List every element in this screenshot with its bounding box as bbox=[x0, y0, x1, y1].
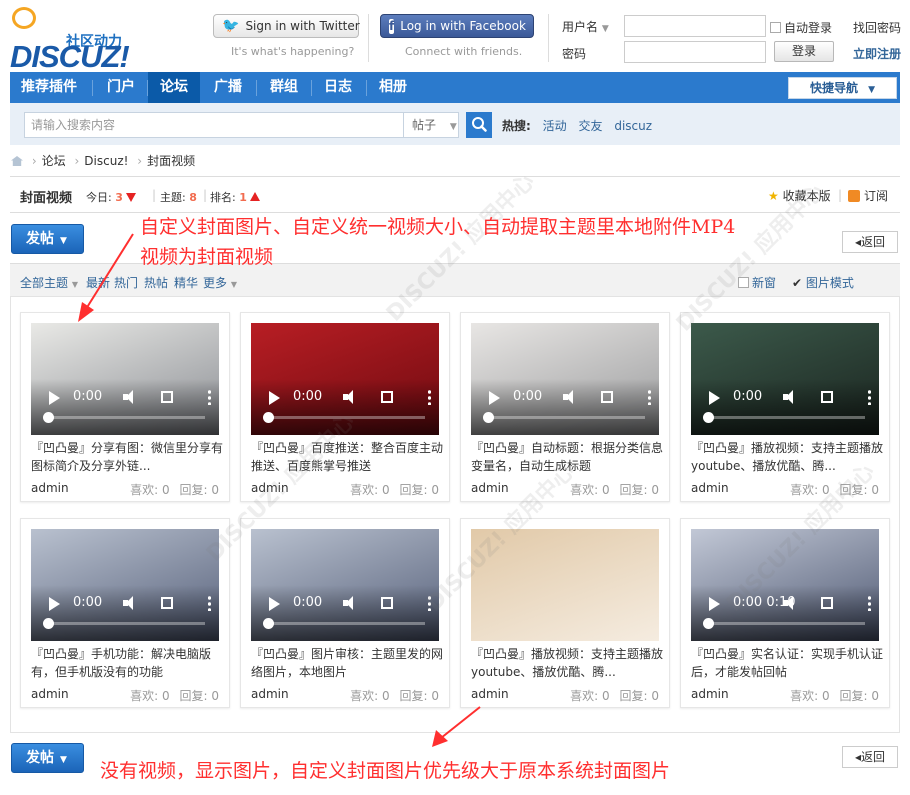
annotation-arrowhead bbox=[432, 730, 448, 747]
annotation-arrow-line bbox=[85, 233, 134, 310]
annotation-arrows bbox=[78, 233, 481, 747]
annotation-arrow-line bbox=[440, 706, 481, 739]
annotation-arrowhead bbox=[78, 302, 94, 322]
